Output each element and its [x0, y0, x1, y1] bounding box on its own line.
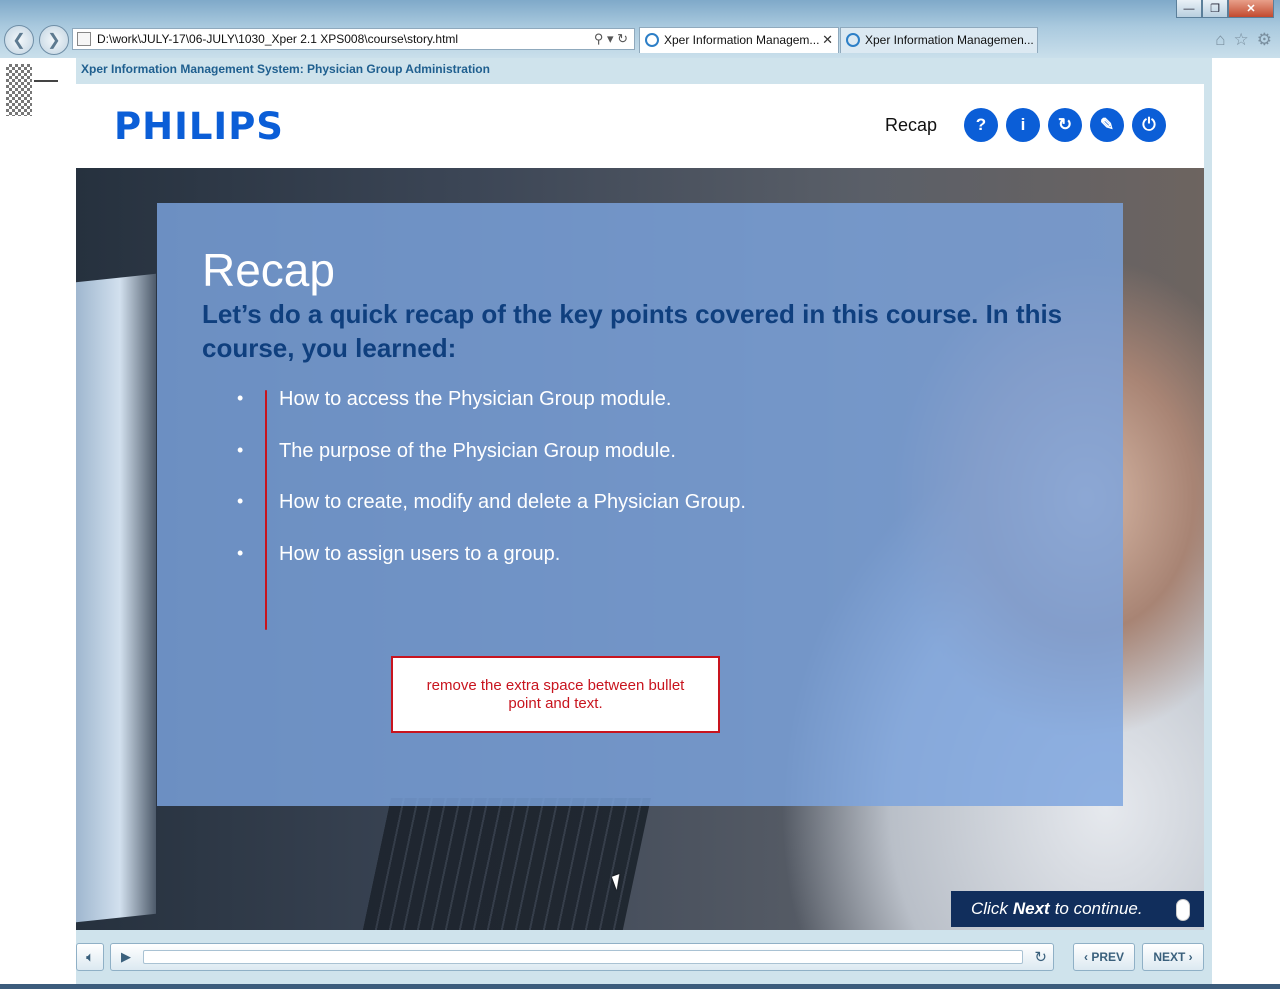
replay-slide-icon[interactable]: ↻ [1034, 948, 1047, 966]
forward-icon[interactable]: ❯ [39, 25, 69, 55]
search-icon[interactable]: ⚲ [594, 31, 604, 46]
background-monitor [76, 273, 156, 923]
mouse-icon [1176, 899, 1190, 921]
seekbar[interactable]: ▶ ↻ [110, 943, 1054, 971]
tab-inactive[interactable]: Xper Information Managemen... [840, 27, 1038, 53]
prev-button[interactable]: ‹ PREV [1073, 943, 1135, 971]
next-button[interactable]: NEXT › [1142, 943, 1204, 971]
player-controls: 🔈︎ ▶ ↻ ‹ PREV NEXT › [76, 930, 1204, 984]
replay-icon[interactable]: ↻ [1048, 108, 1082, 142]
browser-chrome: — ❐ ✕ ❮ ❯ D:\work\JULY-17\06-JULY\1030_X… [0, 0, 1280, 58]
annotation-tool-icon[interactable] [6, 64, 32, 116]
window-controls: — ❐ ✕ [1176, 0, 1274, 18]
background-keyboard [361, 798, 651, 930]
slide-title: Recap [202, 244, 335, 296]
tab-label: Xper Information Managemen... [865, 33, 1034, 47]
tab-label: Xper Information Managem... [664, 33, 820, 47]
refresh-icon[interactable]: ↻ [617, 31, 628, 46]
continue-prompt: Click Next to continue. [951, 891, 1204, 927]
resources-icon[interactable]: ✎ [1090, 108, 1124, 142]
tab-active[interactable]: Xper Information Managem... ✕ [639, 27, 839, 53]
volume-icon[interactable]: 🔈︎ [76, 943, 104, 971]
course-header: PHILIPS Recap ? i ↻ ✎ ⏻ [76, 84, 1204, 168]
address-bar[interactable]: D:\work\JULY-17\06-JULY\1030_Xper 2.1 XP… [72, 28, 635, 50]
back-icon[interactable]: ❮ [4, 25, 34, 55]
pen-tool-icon[interactable] [34, 64, 58, 82]
close-tab-icon[interactable]: ✕ [822, 28, 833, 52]
seek-track[interactable] [143, 950, 1023, 964]
review-markup-line [265, 390, 267, 630]
recap-panel: Recap Let’s do a quick recap of the key … [157, 203, 1123, 806]
ie-icon [846, 33, 860, 47]
slide-subtitle: Let’s do a quick recap of the key points… [202, 299, 1063, 363]
exit-icon[interactable]: ⏻ [1132, 108, 1166, 142]
home-icon[interactable]: ⌂ [1215, 30, 1225, 50]
help-icon[interactable]: ? [964, 108, 998, 142]
ie-icon [645, 33, 659, 47]
settings-icon[interactable]: ⚙ [1257, 30, 1272, 50]
play-icon[interactable]: ▶ [121, 949, 131, 965]
address-text: D:\work\JULY-17\06-JULY\1030_Xper 2.1 XP… [97, 32, 459, 46]
philips-logo: PHILIPS [114, 105, 284, 148]
left-gutter [0, 58, 76, 989]
page-icon [77, 32, 91, 46]
slide-stage: Recap Let’s do a quick recap of the key … [76, 168, 1204, 930]
right-gutter [1212, 58, 1280, 989]
favorites-icon[interactable]: ☆ [1234, 30, 1249, 50]
course-title: Xper Information Management System: Phys… [81, 62, 490, 76]
taskbar [0, 984, 1280, 989]
info-icon[interactable]: i [1006, 108, 1040, 142]
section-label: Recap [885, 115, 938, 135]
close-window-button[interactable]: ✕ [1228, 0, 1274, 18]
minimize-button[interactable]: — [1176, 0, 1202, 18]
restore-button[interactable]: ❐ [1202, 0, 1228, 18]
header-toolbar: ? i ↻ ✎ ⏻ [964, 108, 1166, 142]
review-comment-box: remove the extra space between bullet po… [391, 656, 720, 733]
